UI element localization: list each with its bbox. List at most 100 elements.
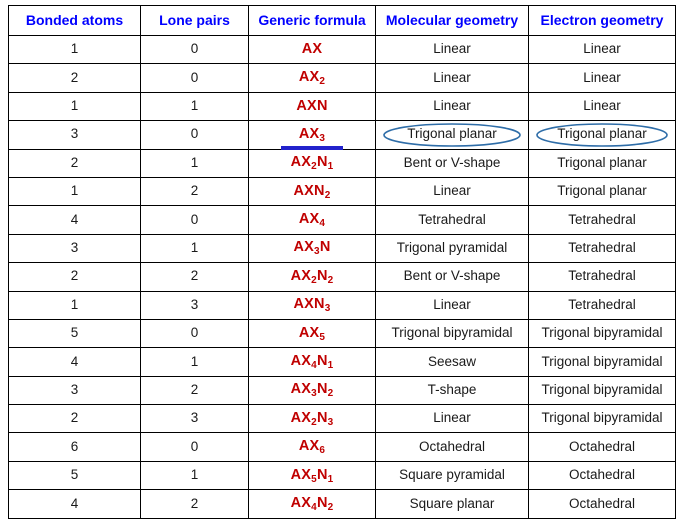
cell-lone-pairs: 1 — [140, 148, 249, 178]
cell-lone-pairs: 1 — [140, 233, 249, 264]
table-row: 2 0 AX2 Linear Linear — [8, 63, 676, 93]
cell-electron-geometry: Tetrahedral — [528, 290, 676, 320]
cell-lone-pairs: 0 — [140, 120, 249, 150]
cell-electron-geometry: Trigonal planar — [528, 120, 676, 150]
cell-molecular-geometry: Bent or V-shape — [375, 148, 529, 178]
formula-text: AX2N2 — [291, 268, 334, 286]
cell-electron-geometry: Octahedral — [528, 432, 676, 462]
formula-subscript-n: 1 — [327, 473, 334, 485]
formula-text: AX4 — [298, 211, 325, 229]
cell-molecular-geometry: Linear — [375, 404, 529, 434]
table-row: 5 0 AX5 Trigonal bipyramidal Trigonal bipyra… — [8, 318, 676, 349]
formula-lonepair-symbol: N — [316, 409, 328, 426]
cell-bonded-atoms: 1 — [8, 34, 141, 65]
formula-subscript-x: 5 — [319, 331, 326, 343]
cell-bonded-atoms: 4 — [8, 347, 141, 377]
cell-generic-formula: AXN — [248, 91, 376, 122]
formula-subscript-n: 1 — [327, 360, 334, 372]
geometry-label: Trigonal planar — [407, 126, 497, 142]
cell-bonded-atoms: 1 — [8, 176, 141, 207]
cell-bonded-atoms: 5 — [8, 460, 141, 491]
cell-generic-formula: AXN2 — [248, 176, 376, 207]
circled-annotation: Trigonal planar — [383, 123, 521, 147]
cell-lone-pairs: 0 — [140, 432, 249, 462]
table-row: 2 2 AX2N2 Bent or V-shape Tetrahedral — [8, 262, 676, 292]
formula-main: AX — [290, 466, 312, 483]
formula-subscript-n: 3 — [327, 416, 334, 428]
formula-lonepair-symbol: N — [316, 466, 328, 483]
table-row: 2 3 AX2N3 Linear Trigonal bipyramidal — [8, 404, 676, 434]
formula-lonepair-symbol: N — [319, 239, 331, 256]
table-row: 2 1 AX2N1 Bent or V-shape Trigonal planar — [8, 148, 676, 178]
cell-molecular-geometry: Trigonal bipyramidal — [375, 318, 529, 349]
cell-bonded-atoms: 2 — [8, 262, 141, 292]
cell-bonded-atoms: 5 — [8, 318, 141, 349]
cell-lone-pairs: 1 — [140, 347, 249, 377]
cell-generic-formula: AX2 — [248, 63, 376, 93]
formula-text: AX5 — [298, 324, 326, 343]
formula-main: AX — [290, 353, 312, 370]
formula-main: AX — [293, 296, 315, 313]
cell-generic-formula: AX5 — [248, 318, 376, 349]
cell-bonded-atoms: 1 — [8, 91, 141, 122]
cell-electron-geometry: Linear — [528, 34, 676, 65]
formula-text: AX6 — [299, 438, 326, 457]
formula-lonepair-symbol: N — [316, 97, 328, 114]
cell-lone-pairs: 3 — [140, 404, 249, 434]
cell-generic-formula: AX5N1 — [248, 460, 376, 491]
table-row: 4 1 AX4N1 Seesaw Trigonal bipyramidal — [8, 347, 676, 377]
formula-subscript-x: 4 — [311, 501, 317, 513]
formula-text: AX4N2 — [291, 494, 334, 513]
formula-main: AX — [298, 125, 320, 142]
formula-text: AXN3 — [293, 296, 331, 314]
cell-electron-geometry: Tetrahedral — [528, 262, 676, 292]
formula-subscript-x: 6 — [319, 445, 326, 457]
formula-text: AX3N — [294, 239, 331, 258]
formula-subscript-x: 2 — [311, 161, 317, 173]
cell-bonded-atoms: 3 — [8, 375, 141, 406]
cell-electron-geometry: Trigonal bipyramidal — [528, 347, 676, 377]
table-row: 3 1 AX3N Trigonal pyramidal Tetrahedral — [8, 233, 676, 264]
column-header-molecular-geometry: Molecular geometry — [375, 5, 529, 36]
cell-electron-geometry: Trigonal bipyramidal — [528, 375, 676, 406]
cell-bonded-atoms: 4 — [8, 489, 141, 519]
table-row: 4 2 AX4N2 Square planar Octahedral — [8, 489, 676, 519]
cell-electron-geometry: Tetrahedral — [528, 233, 676, 264]
cell-generic-formula: AX4N2 — [248, 489, 376, 519]
formula-lonepair-symbol: N — [314, 182, 325, 199]
cell-generic-formula: AX2N2 — [248, 262, 376, 292]
cell-generic-formula: AX3 — [248, 120, 376, 150]
cell-molecular-geometry: Square pyramidal — [375, 460, 529, 491]
formula-main: AX — [296, 97, 317, 114]
geometry-label: Trigonal planar — [557, 126, 647, 142]
cell-lone-pairs: 2 — [140, 375, 249, 406]
cell-generic-formula: AX3N — [248, 233, 376, 264]
cell-generic-formula: AX — [248, 34, 376, 65]
formula-lonepair-symbol: N — [316, 381, 328, 398]
formula-subscript-n: 1 — [327, 161, 334, 173]
formula-subscript-n: 2 — [327, 501, 334, 513]
formula-main: AX — [293, 182, 315, 199]
formula-subscript-x: 3 — [314, 246, 320, 258]
cell-lone-pairs: 0 — [140, 34, 249, 65]
cell-generic-formula: AX4N1 — [248, 347, 376, 377]
cell-bonded-atoms: 4 — [8, 205, 141, 235]
table-row: 3 2 AX3N2 T-shape Trigonal bipyramidal — [8, 375, 676, 406]
cell-molecular-geometry: Linear — [375, 176, 529, 207]
vsepr-geometry-table-container: Bonded atoms Lone pairs Generic formula … — [8, 5, 676, 519]
cell-generic-formula: AXN3 — [248, 290, 376, 320]
formula-subscript-x: 4 — [311, 360, 317, 372]
cell-bonded-atoms: 2 — [8, 404, 141, 434]
cell-bonded-atoms: 3 — [8, 120, 141, 150]
formula-main: AX — [298, 69, 320, 86]
cell-bonded-atoms: 2 — [8, 148, 141, 178]
formula-main: AX — [298, 211, 320, 228]
table-row: 1 0 AX Linear Linear — [8, 34, 676, 65]
formula-lonepair-symbol: N — [316, 494, 328, 511]
cell-molecular-geometry: Linear — [375, 91, 529, 122]
formula-main: AX — [298, 324, 320, 341]
formula-main: AX — [290, 409, 312, 426]
formula-text: AXN — [296, 98, 327, 114]
cell-molecular-geometry: Octahedral — [375, 432, 529, 462]
cell-lone-pairs: 2 — [140, 489, 249, 519]
